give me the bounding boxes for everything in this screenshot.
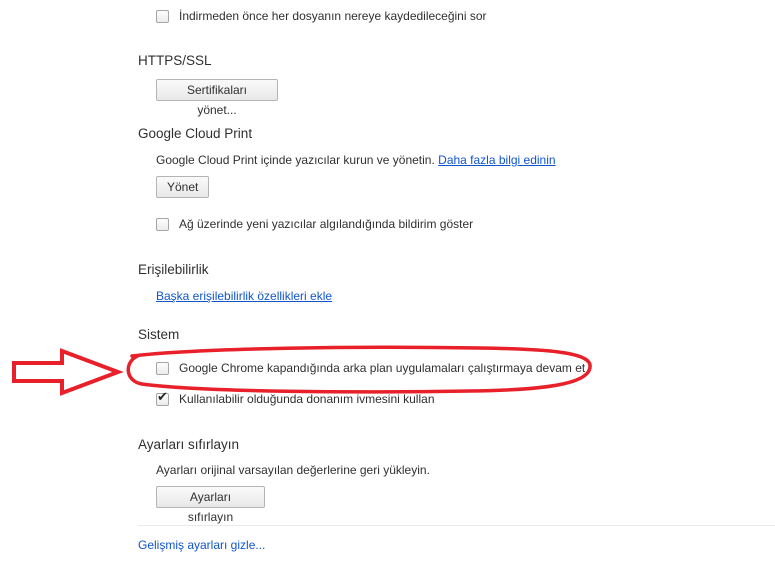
right-arrow-outline-icon	[12, 348, 124, 396]
annotation-overlay	[12, 345, 592, 396]
highlight-ellipse	[126, 345, 592, 394]
